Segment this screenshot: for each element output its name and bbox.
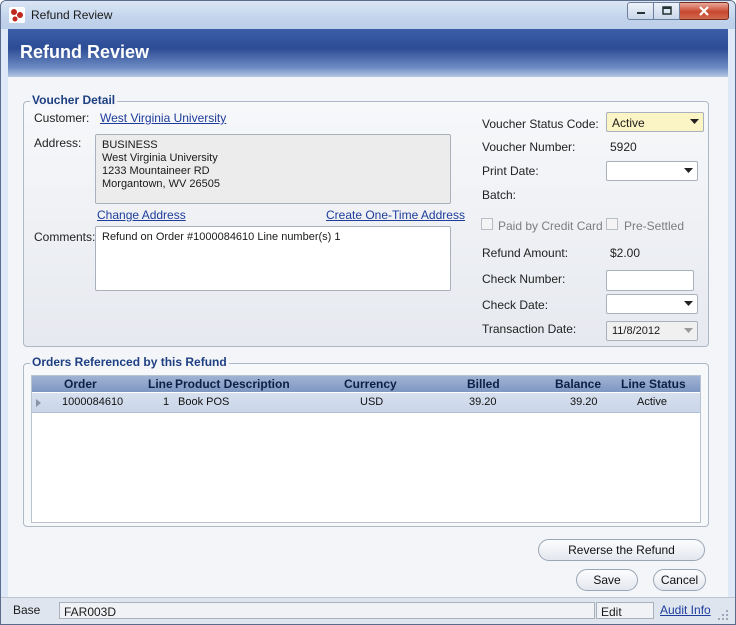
refund-review-window: Refund Review Refund Review Voucher Deta… [0, 0, 736, 625]
status-form-code: FAR003D [59, 602, 595, 619]
pre-settled-checkbox[interactable] [606, 218, 618, 230]
save-button[interactable]: Save [576, 569, 638, 591]
cell-status: Active [637, 396, 667, 408]
check-number-input[interactable] [606, 270, 694, 291]
check-date-label: Check Date: [482, 298, 549, 312]
cell-balance: 39.20 [570, 396, 598, 408]
address-label: Address: [34, 136, 82, 150]
refund-amount-value: $2.00 [610, 246, 641, 260]
main-content: Voucher Detail Customer: West Virginia U… [8, 77, 728, 597]
voucher-status-label: Voucher Status Code: [482, 117, 599, 131]
col-header-balance[interactable]: Balance [555, 377, 601, 391]
grid-header: Order Line Product Description Currency … [32, 376, 700, 392]
header-band: Refund Review [8, 29, 728, 77]
audit-info-link[interactable]: Audit Info [660, 603, 711, 617]
orders-group-title: Orders Referenced by this Refund [30, 355, 229, 369]
chevron-down-icon[interactable] [680, 163, 696, 179]
table-row[interactable]: 1000084610 1 Book POS USD 39.20 39.20 Ac… [32, 393, 700, 413]
col-header-line[interactable]: Line [148, 377, 173, 391]
voucher-number-value: 5920 [610, 140, 637, 154]
title-bar[interactable]: Refund Review [1, 1, 735, 29]
cell-billed: 39.20 [469, 396, 497, 408]
voucher-detail-group: Voucher Detail Customer: West Virginia U… [23, 93, 709, 347]
voucher-status-select[interactable]: Active [606, 112, 704, 132]
transaction-date-picker[interactable]: 11/8/2012 [606, 321, 698, 341]
cell-currency: USD [360, 396, 384, 408]
maximize-button[interactable] [654, 2, 680, 20]
check-number-label: Check Number: [482, 272, 566, 286]
print-date-label: Print Date: [482, 164, 539, 178]
address-line: West Virginia University [102, 152, 218, 164]
row-selector-icon [36, 399, 41, 407]
comments-label: Comments: [34, 230, 96, 244]
col-header-order[interactable]: Order [64, 377, 97, 391]
close-icon [699, 6, 709, 16]
pre-settled-label: Pre-Settled [624, 219, 685, 233]
orders-grid[interactable]: Order Line Product Description Currency … [31, 375, 701, 523]
address-line: 1233 Mountaineer RD [102, 165, 210, 177]
window-title: Refund Review [31, 8, 113, 22]
transaction-date-value: 11/8/2012 [612, 325, 661, 337]
status-code-text: FAR003D [64, 605, 117, 619]
page-title: Refund Review [20, 42, 150, 62]
customer-label: Customer: [34, 111, 90, 125]
resize-grip-icon[interactable] [717, 609, 729, 621]
voucher-status-value: Active [612, 116, 645, 130]
chevron-down-icon[interactable] [686, 114, 702, 130]
reverse-refund-button[interactable]: Reverse the Refund [538, 539, 705, 561]
voucher-detail-title: Voucher Detail [30, 93, 118, 107]
cell-order: 1000084610 [62, 396, 124, 408]
paid-by-credit-card-label: Paid by Credit Card [498, 219, 603, 233]
customer-link[interactable]: West Virginia University [100, 111, 226, 125]
col-header-billed[interactable]: Billed [467, 377, 500, 391]
change-address-link[interactable]: Change Address [97, 208, 186, 222]
comments-text: Refund on Order #1000084610 Line number(… [102, 231, 341, 243]
minimize-button[interactable] [627, 2, 654, 20]
print-date-picker[interactable] [606, 161, 698, 181]
paid-by-credit-card-checkbox[interactable] [481, 218, 493, 230]
col-header-currency[interactable]: Currency [344, 377, 397, 391]
chevron-down-icon[interactable] [680, 296, 696, 312]
status-mode-text: Edit [601, 605, 622, 619]
col-header-line-status[interactable]: Line Status [621, 377, 686, 391]
comments-textarea[interactable]: Refund on Order #1000084610 Line number(… [95, 226, 451, 291]
address-box[interactable]: BUSINESS West Virginia University 1233 M… [95, 134, 451, 204]
cell-line: 1 [163, 396, 170, 408]
status-base: Base [13, 603, 41, 617]
maximize-icon [661, 6, 672, 15]
transaction-date-label: Transaction Date: [482, 322, 577, 336]
refund-amount-label: Refund Amount: [482, 246, 569, 260]
batch-label: Batch: [482, 188, 517, 202]
status-bar: Base FAR003D Edit Audit Info [1, 597, 735, 624]
create-one-time-address-link[interactable]: Create One-Time Address [326, 208, 465, 222]
address-line: Morgantown, WV 26505 [102, 178, 221, 190]
voucher-number-label: Voucher Number: [482, 140, 576, 154]
check-date-picker[interactable] [606, 294, 698, 314]
status-mode: Edit [596, 602, 654, 619]
close-button[interactable] [680, 2, 729, 20]
address-line: BUSINESS [102, 139, 158, 151]
chevron-down-icon[interactable] [680, 323, 696, 339]
col-header-product[interactable]: Product Description [175, 377, 290, 391]
cell-product: Book POS [178, 396, 230, 408]
app-icon [9, 7, 25, 23]
minimize-icon [636, 12, 645, 14]
cancel-button[interactable]: Cancel [653, 569, 706, 591]
